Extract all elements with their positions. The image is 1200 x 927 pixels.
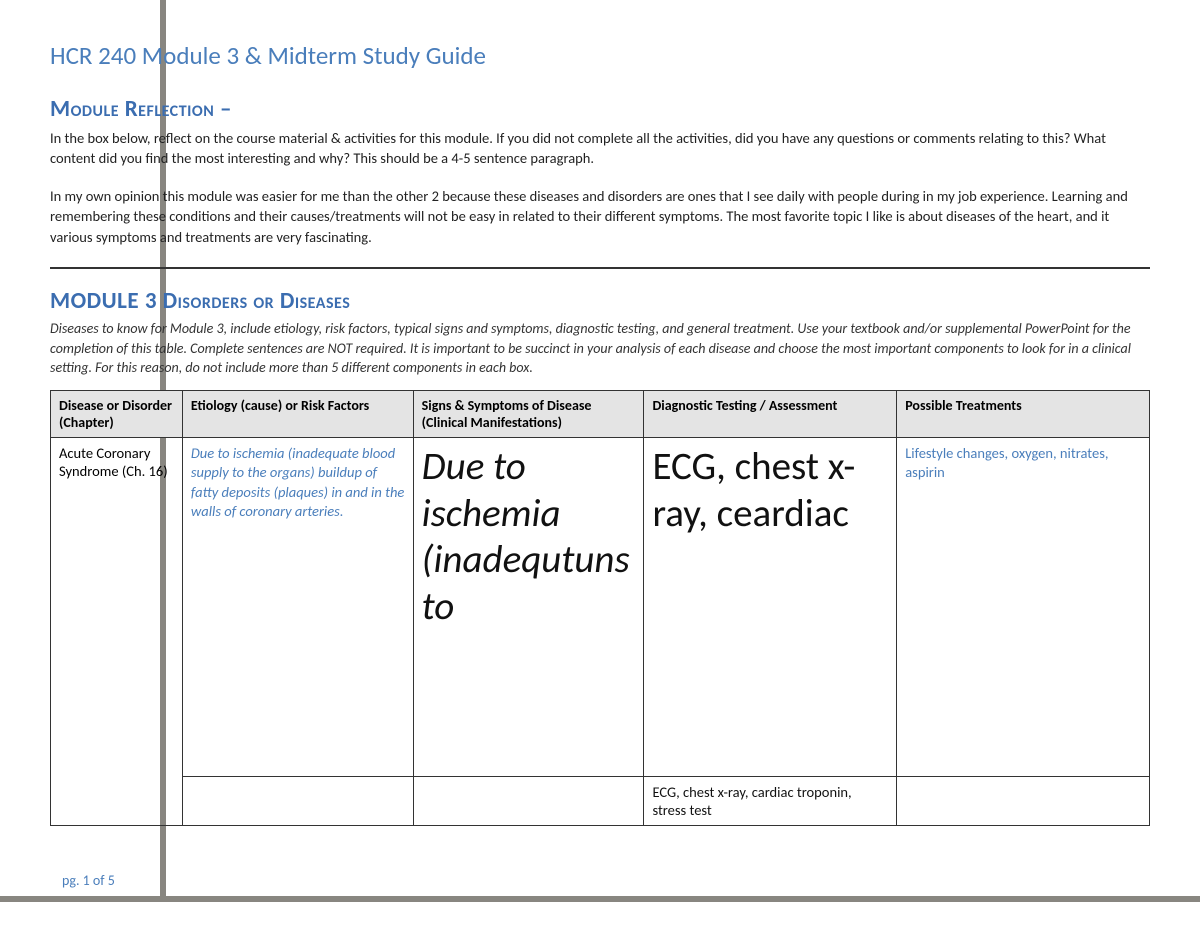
- section-heading-reflection: Module Reflection –: [50, 95, 1150, 123]
- cell-signs: Due to ischemia (inadequtunsto: [413, 437, 644, 776]
- cell-etiology: Due to ischemia (inadequate blood supply…: [182, 437, 413, 776]
- table-header-row: Disease or Disorder (Chapter) Etiology (…: [51, 390, 1150, 437]
- th-signs: Signs & Symptoms of Disease (Clinical Ma…: [413, 390, 644, 437]
- reflection-instruction: In the box below, reflect on the course …: [50, 129, 1150, 168]
- th-etiology: Etiology (cause) or Risk Factors: [182, 390, 413, 437]
- reflection-body: In my own opinion this module was easier…: [50, 186, 1150, 247]
- cell-etiology-2: [182, 776, 413, 825]
- cell-diagnostic-text: ECG, chest x-ray, ceardiac: [652, 444, 888, 770]
- disorders-instruction: Diseases to know for Module 3, include e…: [50, 319, 1150, 378]
- cell-disease-name: Acute Coronary Syndrome (Ch. 16): [51, 437, 183, 825]
- page-content: HCR 240 Module 3 & Midterm Study Guide M…: [0, 0, 1200, 836]
- th-chapter: Disease or Disorder (Chapter): [51, 390, 183, 437]
- cell-signs-text: Due to ischemia (inadequtunsto: [422, 444, 636, 770]
- cell-diagnostic: ECG, chest x-ray, ceardiac: [644, 437, 897, 776]
- section-divider: [50, 267, 1150, 269]
- document-title: HCR 240 Module 3 & Midterm Study Guide: [50, 40, 1150, 71]
- binding-margin-horizontal: [0, 896, 1200, 902]
- table-row: Acute Coronary Syndrome (Ch. 16) Due to …: [51, 437, 1150, 776]
- disease-table: Disease or Disorder (Chapter) Etiology (…: [50, 390, 1150, 826]
- cell-diagnostic-2: ECG, chest x-ray, cardiac troponin, stre…: [644, 776, 897, 825]
- th-treatments: Possible Treatments: [897, 390, 1150, 437]
- page-footer: pg. 1 of 5: [62, 872, 115, 889]
- th-diagnostic: Diagnostic Testing / Assessment: [644, 390, 897, 437]
- section-heading-disorders: MODULE 3 Disorders or Diseases: [50, 287, 1150, 315]
- cell-treatments-2: [897, 776, 1150, 825]
- cell-treatments: Lifestyle changes, oxygen, nitrates, asp…: [897, 437, 1150, 776]
- table-row: ECG, chest x-ray, cardiac troponin, stre…: [51, 776, 1150, 825]
- cell-signs-2: [413, 776, 644, 825]
